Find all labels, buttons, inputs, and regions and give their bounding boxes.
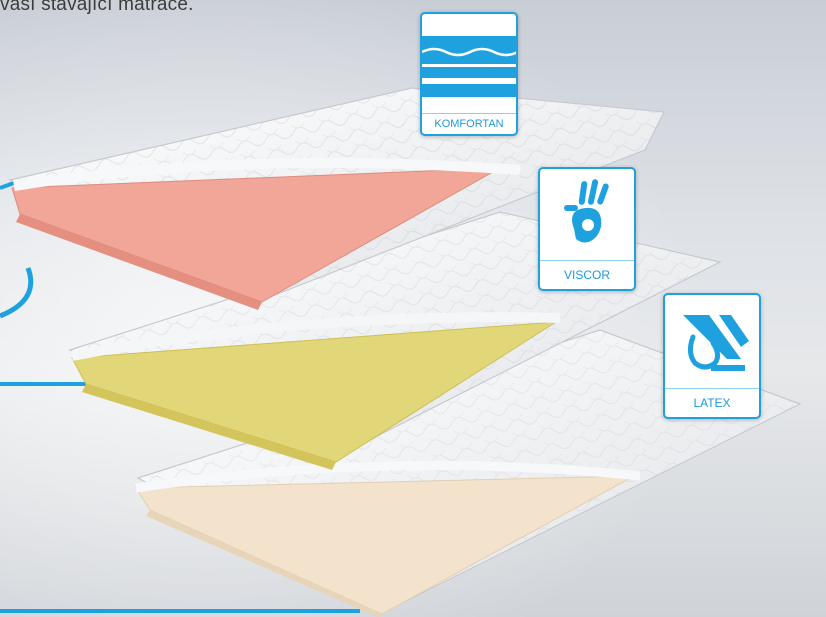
latex-badge-label: LATEX xyxy=(665,388,759,417)
caption-text: vaší stávající matrace. xyxy=(0,0,194,15)
komfortan-badge: KOMFORTAN xyxy=(420,12,518,136)
product-image-scene: vaší stávající matrace. KOMFORTAN VISCOR xyxy=(0,0,826,617)
viscor-badge-label: VISCOR xyxy=(540,260,634,289)
latex-badge: LATEX xyxy=(663,293,761,419)
viscor-badge: VISCOR xyxy=(538,167,636,291)
latex-drop-icon xyxy=(683,315,749,371)
komfortan-badge-label: KOMFORTAN xyxy=(422,113,516,134)
hand-print-icon xyxy=(564,179,609,243)
wave-layers-icon xyxy=(422,36,516,97)
